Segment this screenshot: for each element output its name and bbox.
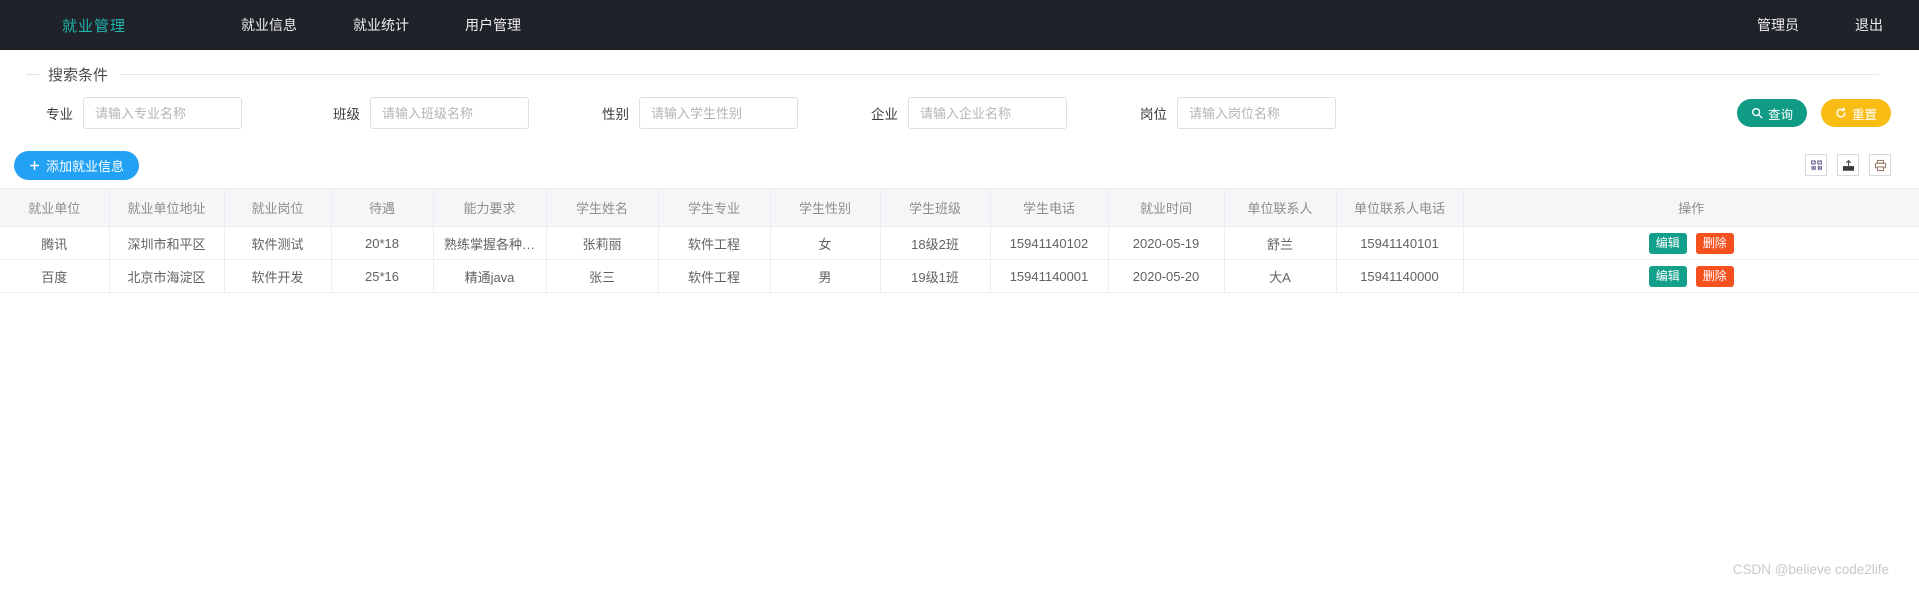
legend-line-left [26, 73, 40, 75]
cell-student-class: 19级1班 [880, 259, 991, 293]
nav-logout[interactable]: 退出 [1855, 15, 1883, 35]
table-header-student-phone: 学生电话 [990, 188, 1109, 227]
search-input-gender[interactable] [639, 97, 798, 129]
table-header-employ-date: 就业时间 [1108, 188, 1225, 227]
cell-salary: 20*18 [331, 226, 434, 260]
search-input-major[interactable] [83, 97, 242, 129]
cell-position: 软件开发 [224, 259, 332, 293]
columns-icon[interactable] [1805, 154, 1827, 176]
cell-operation: 编辑 删除 [1463, 226, 1919, 260]
delete-button[interactable]: 删除 [1695, 232, 1734, 254]
field-label-major: 专业 [46, 107, 73, 122]
watermark: CSDN @believe code2life [1732, 562, 1889, 577]
nav-link-user-management[interactable]: 用户管理 [465, 15, 521, 35]
field-gender: 性别 [602, 97, 798, 129]
table-header-student-name: 学生姓名 [546, 188, 659, 227]
nav-links: 就业信息 就业统计 用户管理 [241, 15, 577, 35]
table-header-contact-phone: 单位联系人电话 [1336, 188, 1464, 227]
add-employment-info-button[interactable]: 添加就业信息 [14, 150, 140, 180]
nav-link-employment-stats[interactable]: 就业统计 [353, 15, 409, 35]
cell-contact: 舒兰 [1224, 226, 1337, 260]
cell-address: 北京市海淀区 [109, 259, 225, 293]
table-header-student-gender: 学生性别 [770, 188, 881, 227]
cell-employ-date: 2020-05-20 [1108, 259, 1225, 293]
table-action-bar: 添加就业信息 [0, 142, 1919, 188]
print-icon[interactable] [1869, 154, 1891, 176]
search-panel-title: 搜索条件 [48, 66, 109, 84]
cell-contact: 大A [1224, 259, 1337, 293]
legend-line-right [120, 73, 1879, 75]
edit-button[interactable]: 编辑 [1648, 232, 1687, 254]
cell-employ-date: 2020-05-19 [1108, 226, 1225, 260]
nav-right-group: 管理员 退出 [1701, 15, 1883, 35]
cell-student-gender: 女 [770, 226, 881, 260]
search-input-company[interactable] [908, 97, 1067, 129]
field-company: 企业 [871, 97, 1067, 129]
table-header-salary: 待遇 [331, 188, 434, 227]
employment-table-wrapper: 就业单位 就业单位地址 就业岗位 待遇 能力要求 学生姓名 学生专业 学生性别 … [0, 188, 1919, 293]
field-major: 专业 [46, 97, 242, 129]
cell-student-name: 张三 [546, 259, 659, 293]
table-header-student-class: 学生班级 [880, 188, 991, 227]
search-form-row: 专业 班级 性别 企业 岗位 [0, 84, 1919, 142]
cell-company: 百度 [0, 259, 110, 293]
cell-requirement: 熟练掌握各种… [433, 226, 547, 260]
search-button-label: 查询 [1767, 107, 1793, 122]
cell-student-class: 18级2班 [880, 226, 991, 260]
cell-student-major: 软件工程 [658, 226, 771, 260]
cell-student-phone: 15941140102 [990, 226, 1109, 260]
field-label-class: 班级 [333, 107, 360, 122]
search-icon [1751, 107, 1763, 119]
edit-button[interactable]: 编辑 [1648, 265, 1687, 287]
top-navbar: 就业管理 就业信息 就业统计 用户管理 管理员 退出 [0, 0, 1919, 50]
cell-position: 软件测试 [224, 226, 332, 260]
field-label-position: 岗位 [1140, 107, 1167, 122]
export-icon[interactable] [1837, 154, 1859, 176]
delete-button[interactable]: 删除 [1695, 265, 1734, 287]
table-header-contact: 单位联系人 [1224, 188, 1337, 227]
search-panel: 搜索条件 专业 班级 性别 企业 岗位 [0, 50, 1919, 142]
table-header-requirement: 能力要求 [433, 188, 547, 227]
field-label-company: 企业 [871, 107, 898, 122]
cell-student-major: 软件工程 [658, 259, 771, 293]
table-header-row: 就业单位 就业单位地址 就业岗位 待遇 能力要求 学生姓名 学生专业 学生性别 … [0, 188, 1919, 227]
table-header-position: 就业岗位 [224, 188, 332, 227]
search-legend-row: 搜索条件 [0, 50, 1919, 84]
cell-operation: 编辑 删除 [1463, 259, 1919, 293]
nav-user-admin[interactable]: 管理员 [1757, 15, 1799, 35]
refresh-icon [1835, 107, 1847, 119]
cell-salary: 25*16 [331, 259, 434, 293]
table-header-operation: 操作 [1463, 188, 1919, 227]
reset-button[interactable]: 重置 [1820, 99, 1891, 127]
cell-company: 腾讯 [0, 226, 110, 260]
search-input-position[interactable] [1177, 97, 1336, 129]
search-input-class[interactable] [370, 97, 529, 129]
nav-brand[interactable]: 就业管理 [62, 15, 126, 36]
cell-student-gender: 男 [770, 259, 881, 293]
field-position: 岗位 [1140, 97, 1336, 129]
cell-student-name: 张莉丽 [546, 226, 659, 260]
cell-student-phone: 15941140001 [990, 259, 1109, 293]
table-tool-icons [1805, 154, 1891, 176]
table-row: 百度 北京市海淀区 软件开发 25*16 精通java 张三 软件工程 男 19… [0, 259, 1919, 293]
table-row: 腾讯 深圳市和平区 软件测试 20*18 熟练掌握各种… 张莉丽 软件工程 女 … [0, 226, 1919, 260]
table-header-address: 就业单位地址 [109, 188, 225, 227]
search-button[interactable]: 查询 [1736, 99, 1807, 127]
employment-table: 就业单位 就业单位地址 就业岗位 待遇 能力要求 学生姓名 学生专业 学生性别 … [0, 188, 1919, 293]
table-header-student-major: 学生专业 [658, 188, 771, 227]
plus-icon [29, 160, 40, 171]
cell-requirement: 精通java [433, 259, 547, 293]
cell-contact-phone: 15941140101 [1336, 226, 1464, 260]
search-button-group: 查询 重置 [1736, 99, 1891, 127]
field-label-gender: 性别 [602, 107, 629, 122]
table-header-company: 就业单位 [0, 188, 110, 227]
cell-contact-phone: 15941140000 [1336, 259, 1464, 293]
nav-link-employment-info[interactable]: 就业信息 [241, 15, 297, 35]
cell-address: 深圳市和平区 [109, 226, 225, 260]
reset-button-label: 重置 [1851, 107, 1877, 122]
field-class: 班级 [333, 97, 529, 129]
add-button-label: 添加就业信息 [46, 158, 125, 174]
